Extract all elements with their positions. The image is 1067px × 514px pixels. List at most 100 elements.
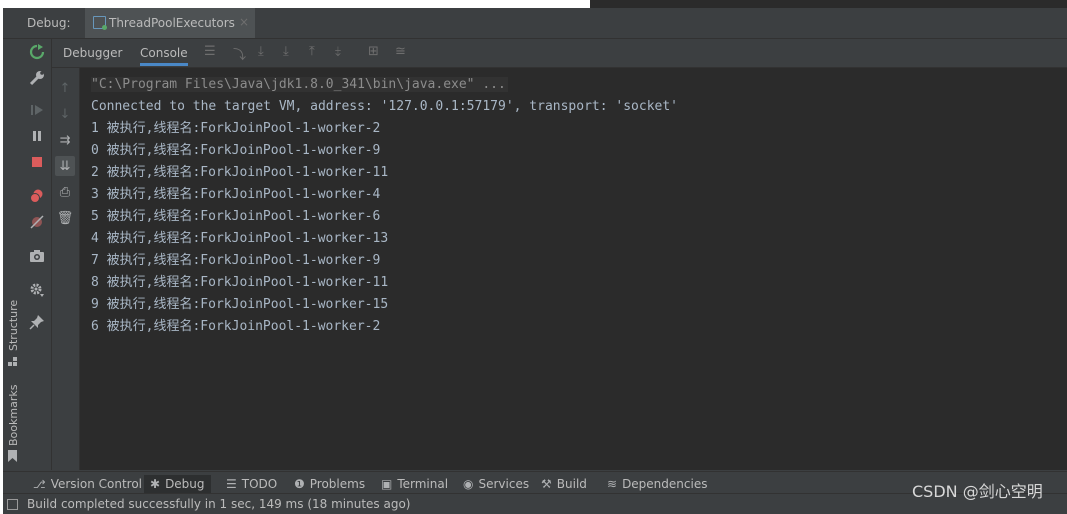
debug-actions-toolbar [23, 39, 52, 470]
mute-breakpoints-button[interactable] [27, 212, 47, 232]
close-tab-icon[interactable]: × [239, 15, 249, 29]
console-line: 4 被执行,线程名:ForkJoinPool-1-worker-13 [91, 231, 389, 246]
scroll-to-end-button[interactable]: ⇊ [55, 156, 75, 176]
print-button[interactable]: ⎙ [55, 182, 75, 202]
console-line: 6 被执行,线程名:ForkJoinPool-1-worker-2 [91, 319, 381, 334]
soft-wrap-icon: ⇉ [59, 132, 71, 148]
stop-icon [32, 157, 42, 167]
tool-window-bar: ⎇ Version Control ✱ Debug ☰ TODO ❶ Problems … [3, 471, 1067, 494]
mute-breakpoints-icon [30, 215, 44, 229]
debug-label: Debug: [27, 16, 71, 30]
version-control-tab[interactable]: ⎇ Version Control [33, 475, 142, 493]
bookmarks-tool-button[interactable]: Bookmarks [5, 384, 21, 469]
console-line: 8 被执行,线程名:ForkJoinPool-1-worker-11 [91, 275, 389, 290]
tab-console[interactable]: Console [140, 46, 188, 66]
camera-icon [30, 250, 44, 262]
left-tool-stripe: Structure Bookmarks [3, 39, 24, 470]
run-to-cursor-icon[interactable]: ⤈ [335, 44, 341, 59]
tab-threadpoolexecutors[interactable]: ThreadPoolExecutors × [85, 8, 255, 38]
terminal-label: Terminal [397, 477, 449, 491]
services-label: Services [478, 477, 530, 491]
ide-window: Debug: ThreadPoolExecutors × Structure B… [3, 8, 1067, 514]
console-line: 1 被执行,线程名:ForkJoinPool-1-worker-2 [91, 121, 381, 136]
run-config-icon [93, 16, 107, 30]
console-line: 9 被执行,线程名:ForkJoinPool-1-worker-15 [91, 297, 389, 312]
up-stack-button[interactable]: ↑ [55, 78, 75, 98]
printer-icon: ⎙ [59, 184, 71, 200]
problems-tab[interactable]: ❶ Problems [294, 475, 365, 493]
services-icon: ◉ [463, 477, 474, 491]
pin-tab-button[interactable] [27, 312, 47, 332]
trash-icon: 🗑 [56, 210, 74, 226]
view-breakpoints-button[interactable] [27, 186, 47, 206]
arrow-up-icon: ↑ [59, 80, 71, 96]
branch-icon: ⎇ [33, 477, 46, 491]
console-side-toolbar: ↑ ↓ ⇉ ⇊ ⎙ 🗑 [52, 68, 80, 470]
layers-icon: ≋ [607, 477, 618, 491]
bookmark-icon [8, 450, 17, 462]
java-command: "C:\Program Files\Java\jdk1.8.0_341\bin\… [91, 77, 508, 92]
console-line: Connected to the target VM, address: '12… [91, 99, 678, 114]
modify-config-button[interactable] [27, 68, 47, 88]
step-out-icon[interactable]: ⤒ [309, 44, 315, 59]
layout-menu-icon[interactable]: ☰ [204, 44, 216, 59]
problems-icon: ❶ [294, 477, 305, 491]
structure-icon [8, 357, 17, 366]
pause-icon [33, 131, 41, 141]
scroll-to-end-icon: ⇊ [59, 158, 71, 174]
toggle-tool-windows-icon[interactable] [7, 499, 18, 510]
debug-tab[interactable]: ✱ Debug [144, 475, 211, 493]
tab-debugger[interactable]: Debugger [63, 46, 122, 60]
arrow-down-icon: ↓ [59, 106, 71, 122]
console-line: 3 被执行,线程名:ForkJoinPool-1-worker-4 [91, 187, 381, 202]
snapshot-button[interactable] [27, 246, 47, 266]
evaluate-expression-icon[interactable]: ⊞ [368, 44, 379, 59]
console-line: 7 被执行,线程名:ForkJoinPool-1-worker-9 [91, 253, 381, 268]
bookmarks-label: Bookmarks [7, 384, 20, 446]
soft-wrap-button[interactable]: ⇉ [55, 130, 75, 150]
watermark: CSDN @剑心空明 [912, 482, 1043, 501]
terminal-icon: ▣ [381, 477, 393, 491]
status-bar: Build completed successfully in 1 sec, 1… [3, 493, 1067, 514]
structure-tool-button[interactable]: Structure [5, 291, 21, 381]
dependencies-label: Dependencies [622, 477, 708, 491]
resume-button[interactable] [27, 100, 47, 120]
terminal-tab[interactable]: ▣ Terminal [381, 475, 448, 493]
hammer-icon: ⚒ [541, 477, 552, 491]
console-line: 5 被执行,线程名:ForkJoinPool-1-worker-6 [91, 209, 381, 224]
breakpoints-icon [30, 189, 43, 203]
build-tab[interactable]: ⚒ Build [541, 475, 587, 493]
rerun-button[interactable] [27, 42, 47, 62]
list-icon: ☰ [226, 477, 237, 491]
dependencies-tab[interactable]: ≋ Dependencies [607, 475, 707, 493]
status-message: Build completed successfully in 1 sec, 1… [27, 497, 411, 511]
stop-button[interactable] [27, 152, 47, 172]
screenshot-frame: Debug: ThreadPoolExecutors × Structure B… [0, 0, 1067, 514]
console-output[interactable]: "C:\Program Files\Java\jdk1.8.0_341\bin\… [80, 68, 1067, 470]
debug-tool-window-header: Debug: ThreadPoolExecutors × [3, 8, 1067, 39]
todo-label: TODO [241, 477, 278, 491]
services-tab[interactable]: ◉ Services [463, 475, 529, 493]
step-over-icon[interactable]: ⤓ [258, 44, 264, 59]
resume-icon [31, 105, 43, 115]
down-stack-button[interactable]: ↓ [55, 104, 75, 124]
tab-label: ThreadPoolExecutors [109, 16, 235, 30]
build-label: Build [556, 477, 587, 491]
pause-button[interactable] [27, 126, 47, 146]
bug-icon: ✱ [150, 477, 161, 491]
show-execution-point-icon[interactable]: ⤵ [233, 44, 246, 63]
settings-button[interactable] [27, 280, 47, 300]
console-command-line: "C:\Program Files\Java\jdk1.8.0_341\bin\… [91, 75, 508, 95]
structure-label: Structure [7, 299, 20, 351]
problems-label: Problems [309, 477, 366, 491]
todo-tab[interactable]: ☰ TODO [226, 475, 277, 493]
console-line: 0 被执行,线程名:ForkJoinPool-1-worker-9 [91, 143, 381, 158]
debug-label: Debug [165, 477, 205, 491]
clear-all-button[interactable]: 🗑 [55, 208, 75, 228]
version-control-label: Version Control [50, 477, 143, 491]
rerun-icon [29, 44, 45, 60]
step-into-icon[interactable]: ⤓ [283, 44, 289, 59]
debugger-console-tabs: Debugger Console ☰ ⤵ ⤓ ⤓ ⤒ ⤈ ⊞ ≅ [52, 39, 1067, 68]
top-strip [0, 0, 1067, 8]
trace-stream-icon[interactable]: ≅ [395, 44, 406, 59]
